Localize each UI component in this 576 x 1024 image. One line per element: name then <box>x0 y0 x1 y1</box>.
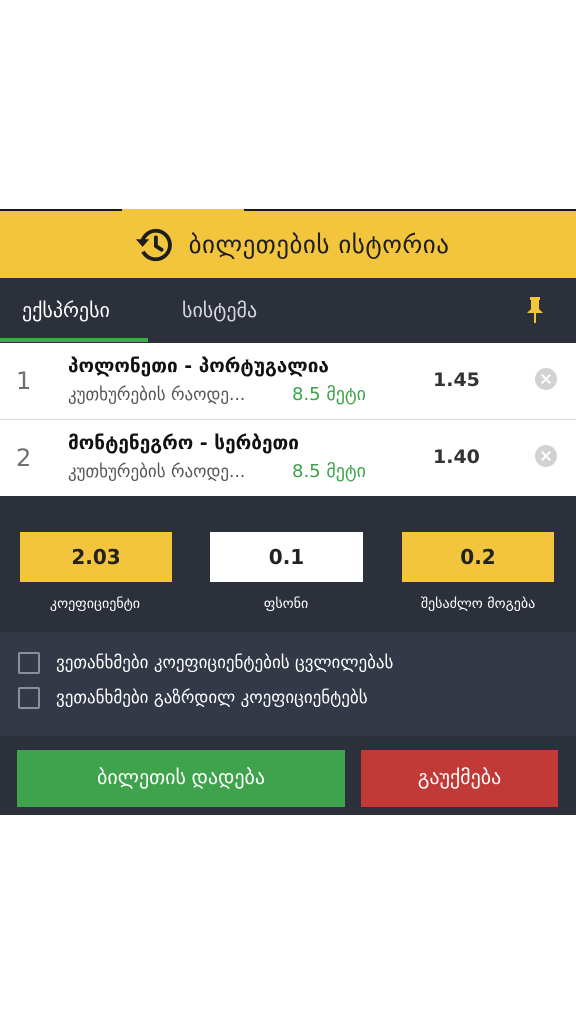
accept-increased-odds-checkbox[interactable] <box>18 687 40 709</box>
remove-icon[interactable] <box>535 368 557 390</box>
header-tab-mark <box>122 209 244 213</box>
bet-odd: 1.45 <box>433 369 480 391</box>
possible-win-label: შესაძლო მოგება <box>420 596 536 612</box>
bet-odd: 1.40 <box>433 446 480 468</box>
actions-bar: ბილეთის დადება გაუქმება <box>0 736 576 815</box>
remove-icon[interactable] <box>535 445 557 467</box>
betslip-panel: ბილეთების ისტორია ექსპრესი სისტემა 1 პოლ… <box>0 209 576 815</box>
bet-row: 1 პოლონეთი - პორტუგალია კუთხურების რაოდე… <box>0 343 576 419</box>
agreement-section: ვეთანხმები კოეფიციენტების ცვლილებას ვეთა… <box>0 632 576 736</box>
history-icon <box>135 228 172 261</box>
cancel-button[interactable]: გაუქმება <box>361 750 558 807</box>
bet-market: კუთხურების რაოდე... <box>68 462 246 482</box>
total-odds-value: 2.03 <box>20 532 172 582</box>
bet-pick: 8.5 მეტი <box>292 384 366 405</box>
place-bet-button[interactable]: ბილეთის დადება <box>17 750 345 807</box>
values-section: 2.03 0.1 0.2 კოეფიციენტი ფსონი შესაძლო მ… <box>0 496 576 632</box>
bet-match: პოლონეთი - პორტუგალია <box>68 355 329 377</box>
accept-odds-change-option[interactable]: ვეთანხმები კოეფიციენტების ცვლილებას <box>18 650 393 676</box>
tab-system[interactable]: სისტემა <box>160 278 279 342</box>
header-bar[interactable]: ბილეთების ისტორია <box>0 209 576 278</box>
stake-input[interactable]: 0.1 <box>210 532 363 582</box>
tab-express[interactable]: ექსპრესი <box>0 278 148 342</box>
accept-odds-change-checkbox[interactable] <box>18 652 40 674</box>
tabs-bar: ექსპრესი სისტემა <box>0 278 576 342</box>
header-title: ბილეთების ისტორია <box>188 230 450 259</box>
stake-label: ფსონი <box>263 596 309 612</box>
bet-market: კუთხურების რაოდე... <box>68 385 246 405</box>
bet-row: 2 მონტენეგრო - სერბეთი კუთხურების რაოდე.… <box>0 420 576 496</box>
pin-icon[interactable] <box>524 296 546 324</box>
accept-odds-change-label: ვეთანხმები კოეფიციენტების ცვლილებას <box>56 653 394 673</box>
possible-win-value: 0.2 <box>402 532 554 582</box>
bet-match: მონტენეგრო - სერბეთი <box>68 432 299 454</box>
accept-increased-odds-label: ვეთანხმები გაზრდილ კოეფიციენტებს <box>56 688 368 708</box>
bet-number: 2 <box>16 444 32 472</box>
accept-increased-odds-option[interactable]: ვეთანხმები გაზრდილ კოეფიციენტებს <box>18 685 368 711</box>
bet-number: 1 <box>16 367 32 395</box>
total-odds-label: კოეფიციენტი <box>49 596 141 612</box>
bet-pick: 8.5 მეტი <box>292 461 366 482</box>
